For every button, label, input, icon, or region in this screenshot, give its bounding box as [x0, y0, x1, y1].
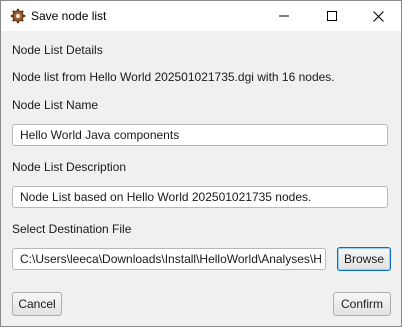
- close-button[interactable]: [355, 1, 401, 31]
- node-list-description-input[interactable]: Node List based on Hello World 202501021…: [12, 186, 388, 208]
- title-bar: Save node list: [1, 1, 401, 31]
- maximize-button[interactable]: [309, 1, 355, 31]
- window-title: Save node list: [31, 9, 107, 23]
- browse-button[interactable]: Browse: [337, 247, 391, 271]
- gear-app-icon: [10, 8, 26, 24]
- cancel-button[interactable]: Cancel: [12, 292, 62, 316]
- maximize-icon: [327, 11, 337, 21]
- save-node-list-dialog: Save node list Node List Details Node li…: [0, 0, 402, 327]
- details-summary: Node list from Hello World 202501021735.…: [12, 70, 335, 84]
- close-icon: [372, 10, 384, 22]
- destination-path-input[interactable]: C:\Users\leeca\Downloads\Install\HelloWo…: [12, 248, 326, 270]
- destination-label: Select Destination File: [12, 222, 132, 236]
- minimize-button[interactable]: [261, 1, 307, 31]
- details-heading: Node List Details: [12, 43, 103, 57]
- minimize-icon: [279, 11, 289, 21]
- description-label: Node List Description: [12, 160, 127, 174]
- name-label: Node List Name: [12, 98, 99, 112]
- node-list-name-input[interactable]: Hello World Java components: [12, 124, 388, 146]
- confirm-button[interactable]: Confirm: [333, 292, 391, 316]
